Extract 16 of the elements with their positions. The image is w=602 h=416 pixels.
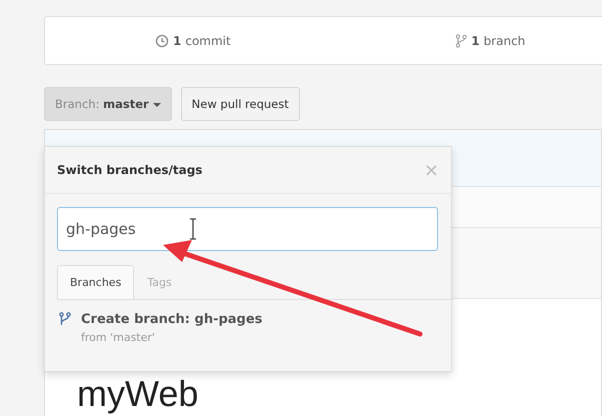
- readme-heading: myWeb: [77, 375, 200, 413]
- new-pull-request-button[interactable]: New pull request: [180, 87, 300, 121]
- count: 1: [471, 34, 480, 48]
- text-cursor-icon: [189, 218, 197, 240]
- create-branch-item[interactable]: Create branch: gh-pages from 'master': [45, 300, 451, 356]
- caret-icon: [152, 102, 161, 107]
- summary-link[interactable]: branch: [484, 34, 526, 48]
- tab[interactable]: Branches: [57, 265, 134, 299]
- branch-select-button[interactable]: Branch: master: [44, 87, 172, 121]
- history-icon: [155, 34, 169, 48]
- branch-filter-field[interactable]: gh-pages: [57, 207, 438, 251]
- branch-icon: [455, 34, 468, 48]
- dropdown-title: Switch branches/tags: [57, 163, 202, 177]
- summary-link[interactable]: commit: [185, 34, 231, 48]
- branch-icon: [59, 312, 71, 327]
- count: 1: [173, 34, 182, 48]
